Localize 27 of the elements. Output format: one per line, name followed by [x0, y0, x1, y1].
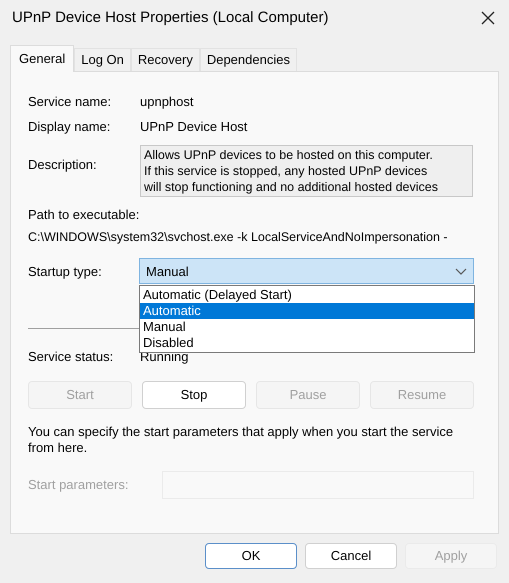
window-title: UPnP Device Host Properties (Local Computer) [12, 8, 329, 28]
field-label: Path to executable: [28, 206, 140, 224]
dialog-button[interactable]: Cancel [305, 543, 397, 569]
chevron-down-icon [455, 268, 467, 275]
dropdown-option[interactable]: Automatic (Delayed Start) [140, 287, 474, 304]
field-value: UPnP Device Host [140, 118, 248, 136]
dropdown-option[interactable]: Disabled [140, 335, 474, 352]
field-label: Service name: [28, 92, 112, 111]
tab[interactable]: General [10, 45, 74, 72]
dropdown-option[interactable]: Manual [140, 319, 474, 336]
field-label: Startup type: [28, 262, 103, 281]
hint-text: You can specify the start parameters that apply when you start the service from here. [28, 424, 454, 456]
field-label: Start parameters: [28, 476, 130, 494]
field-label: Description: [28, 156, 98, 174]
tab[interactable]: Dependencies [200, 48, 297, 71]
field-label: Display name: [28, 118, 112, 136]
dialog-button[interactable]: OK [205, 543, 297, 569]
description-text: Allows UPnP devices to be hosted on this computer. If this service is stopped, any hosted UPnP devices will stop functioning and no additional hosted devices [140, 145, 473, 197]
field-value: upnphost [140, 92, 194, 111]
path-text: C:\WINDOWS\system32\svchost.exe -k LocalServiceAndNoImpersonation - [28, 228, 449, 246]
field-label: Service status: [28, 348, 114, 366]
startup-type-dropdown[interactable]: Manual [139, 258, 474, 284]
service-button[interactable]: Stop [142, 380, 246, 409]
dropdown-option[interactable]: Automatic [140, 303, 474, 320]
close-icon[interactable] [481, 11, 495, 25]
tab[interactable]: Recovery [130, 48, 200, 71]
tab[interactable]: Log On [74, 48, 131, 71]
